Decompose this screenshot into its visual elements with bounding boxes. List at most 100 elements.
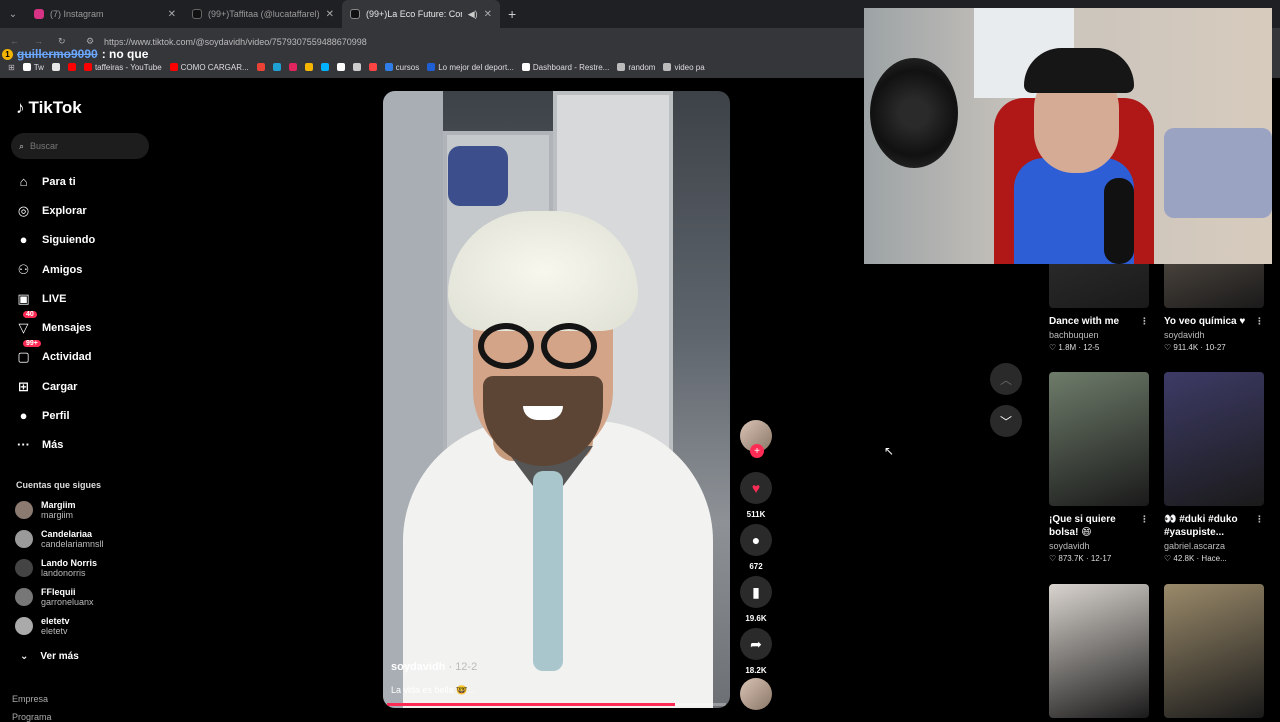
apps-icon[interactable]: ⊞ [8,63,15,72]
tab-tiktok-eco-future[interactable]: (99+)La Eco Future: Conoci ◀) ✕ [342,0,500,28]
bookmark-item[interactable]: Dashboard - Restre... [521,62,610,72]
related-video-card[interactable]: 👀 #duki #duko #yasupiste... ⋮ gabriel.asca… [1164,372,1264,563]
close-tab-icon[interactable]: ✕ [484,9,492,20]
tab-title: (7) Instagram [50,9,104,19]
bookmark-item[interactable]: Tw [22,63,44,72]
followed-account[interactable]: eletetv eletetv [15,616,70,636]
tab-search-icon[interactable]: ⌄ [0,0,26,28]
see-more-button[interactable]: ⌄ Ver más [20,651,79,662]
chevron-down-icon: ⌄ [20,651,29,662]
sound-avatar-button[interactable] [740,678,772,710]
bookmark-item[interactable]: taffeiras - YouTube [83,63,162,72]
related-video-card[interactable]: ¡Que si quiere bolsa! 😄 ⋮ soydavidh ♡ 873.7… [1049,372,1149,563]
bookmark-item[interactable] [256,63,265,71]
followed-account[interactable]: FFlequii garroneluanx [15,587,94,607]
bookmark-item[interactable]: Lo mejor del deport... [427,63,514,72]
video-author[interactable]: bachbuquen [1049,330,1149,340]
account-handle: candelariamnsll [41,539,104,549]
sidebar-item-live[interactable]: ▣ LIVE [15,290,66,307]
video-title: 👀 #duki #duko #yasupiste... ⋮ [1164,513,1264,539]
webcam-microphone [1104,178,1134,264]
followed-account[interactable]: Candelariaa candelariamnsll [15,529,104,549]
avatar [15,559,33,577]
bookmark-item[interactable] [67,63,76,71]
bookmark-item[interactable]: video pa [663,63,705,72]
more-options-icon[interactable]: ⋮ [1140,513,1149,526]
footer-link-empresa[interactable]: Empresa [12,694,48,704]
mouse-cursor-icon: ↖ [884,444,895,458]
video-thumbnail[interactable] [1164,584,1264,718]
more-options-icon[interactable]: ⋮ [1255,315,1264,328]
related-video-card[interactable] [1049,584,1149,718]
footer-link-programa[interactable]: Programa [12,712,52,722]
nav-icon: ● [19,408,28,423]
avatar [15,501,33,519]
previous-video-button[interactable]: ︿ [990,363,1022,395]
video-thumbnail[interactable] [1049,372,1149,506]
sidebar-item-para-ti[interactable]: ⌂ Para ti [15,173,76,190]
bookmark-item[interactable] [352,63,361,71]
bookmark-item[interactable]: cursos [384,63,419,72]
follow-plus-icon[interactable]: + [750,444,764,458]
creator-avatar-button[interactable]: + [740,420,772,458]
bookmark-item[interactable] [368,63,377,71]
sidebar-item-amigos[interactable]: ⚇ Amigos [15,261,83,278]
bookmark-favicon-icon [22,63,31,71]
back-icon[interactable]: ← [10,36,19,46]
tab-instagram[interactable]: (7) Instagram ✕ [26,0,184,28]
tiktok-logo[interactable]: ♪ TikTok [16,98,82,118]
more-options-icon[interactable]: ⋮ [1140,315,1149,328]
bookmark-item[interactable] [51,63,60,71]
sidebar-item-más[interactable]: ··· Más [15,436,63,453]
video-author[interactable]: soydavidh · 12-2 [391,661,477,673]
search-input[interactable]: ⌕ Buscar [11,133,149,159]
bookmark-favicon-icon [384,63,393,71]
sidebar-item-perfil[interactable]: ● Perfil [15,407,70,424]
bookmark-item[interactable]: COMO CARGAR... [169,63,249,72]
sidebar-item-explorar[interactable]: ◎ Explorar [15,202,87,219]
next-video-button[interactable]: ﹀ [990,405,1022,437]
bookmark-item[interactable] [304,63,313,71]
sidebar-item-cargar[interactable]: ⊞ Cargar [15,378,77,395]
bookmark-favicon-icon [617,63,626,71]
forward-icon[interactable]: → [34,36,43,46]
audio-playing-icon[interactable]: ◀) [468,9,478,20]
account-handle: eletetv [41,626,68,636]
url-field[interactable]: https://www.tiktok.com/@soydavidh/video/… [104,37,367,47]
like-button[interactable]: ♥ 511K [740,472,772,519]
bookmark-item[interactable] [272,63,281,71]
close-tab-icon[interactable]: ✕ [326,9,334,20]
video-author[interactable]: soydavidh [1049,541,1149,551]
stream-chat-message: 1 guillermo9090 : no que [2,47,148,61]
video-progress-bar[interactable] [387,703,726,706]
sidebar-item-actividad[interactable]: ▢ 99+ Actividad [15,340,92,365]
share-button[interactable]: ➦ 18.2K [740,628,772,675]
followed-account[interactable]: Margiim margiim [15,500,76,520]
close-tab-icon[interactable]: ✕ [168,9,176,20]
followed-account[interactable]: Lando Norris landonorris [15,558,97,578]
sidebar-item-label: Para ti [42,175,76,188]
video-author[interactable]: gabriel.ascarza [1164,541,1264,551]
bookmark-item[interactable] [320,63,329,71]
save-button[interactable]: ▮ 19.6K [740,576,772,623]
comment-button[interactable]: ● 672 [740,524,772,571]
video-thumbnail[interactable] [1164,372,1264,506]
video-player[interactable]: soydavidh · 12-2 La vida es bella 🤓... [383,91,730,708]
new-tab-button[interactable]: + [500,6,524,22]
tiktok-note-icon: ♪ [16,98,25,117]
related-video-card[interactable] [1164,584,1264,718]
sidebar-item-label: Perfil [42,409,70,422]
video-thumbnail[interactable] [1049,584,1149,718]
sidebar-item-mensajes[interactable]: ▽ 40 Mensajes [15,311,92,336]
bookmark-label: Dashboard - Restre... [532,62,610,72]
site-info-icon[interactable]: ⚙ [86,36,94,47]
chevron-down-icon: ﹀ [999,414,1012,429]
tab-tiktok-taffitaa[interactable]: (99+)Taffitaa (@lucataffarel) | Ti ✕ [184,0,342,28]
bookmark-item[interactable] [336,63,345,71]
reload-icon[interactable]: ↻ [58,36,66,47]
bookmark-item[interactable]: random [617,63,655,72]
bookmark-item[interactable] [288,63,297,71]
video-author[interactable]: soydavidh [1164,330,1264,340]
more-options-icon[interactable]: ⋮ [1255,513,1264,526]
sidebar-item-siguiendo[interactable]: ● Siguiendo [15,231,96,248]
